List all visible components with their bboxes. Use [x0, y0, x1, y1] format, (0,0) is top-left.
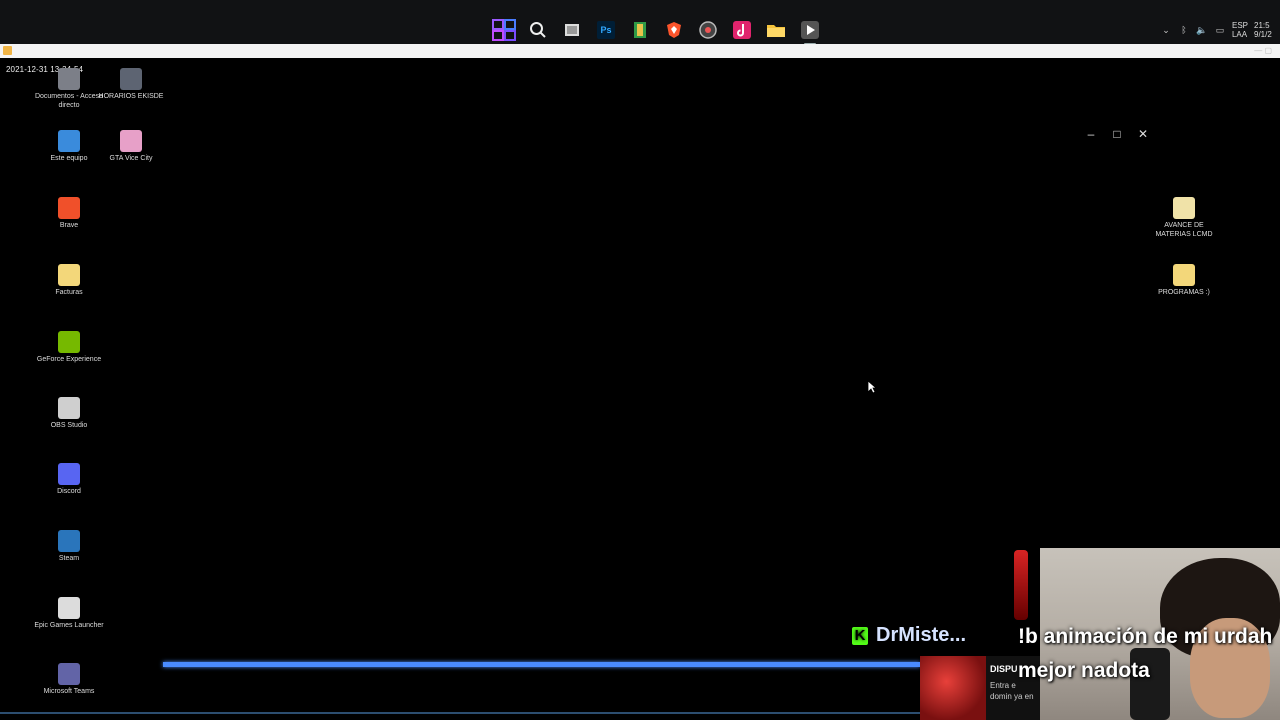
desktop-icon-label: Este equipo — [50, 155, 88, 162]
clock-time: 21:5 — [1254, 21, 1270, 30]
mouse-cursor-icon — [867, 380, 877, 394]
chat-message: !b animación de mi urdah mejor nadota — [1018, 625, 1273, 682]
desktop-icon[interactable]: PROGRAMAS :) — [1149, 264, 1219, 297]
close-button[interactable]: ✕ — [1135, 127, 1151, 141]
desktop-icon[interactable]: Microsoft Teams — [34, 663, 104, 696]
desktop-icon[interactable]: Brave — [34, 197, 104, 230]
desktop-icon[interactable]: Este equipo — [34, 130, 104, 163]
app-icon — [3, 46, 12, 55]
network-icon[interactable]: ▭ — [1214, 24, 1226, 36]
red-light — [1014, 550, 1028, 620]
app-grey-icon[interactable] — [692, 14, 724, 46]
app-green-icon[interactable] — [624, 14, 656, 46]
kick-icon: K — [852, 626, 868, 645]
language-indicator[interactable]: ESP LAA — [1232, 21, 1248, 39]
desktop-icon[interactable]: Epic Games Launcher — [34, 597, 104, 630]
window-titlebar-strip: — ▢ — [0, 44, 1280, 58]
desktop-icon[interactable]: GTA Vice City — [96, 130, 166, 163]
strip-controls: — ▢ — [1254, 46, 1272, 55]
search-icon[interactable] — [522, 14, 554, 46]
desktop-icon-label: OBS Studio — [50, 422, 88, 429]
documents-shortcut-icon — [58, 68, 80, 90]
minimize-button[interactable]: – — [1083, 127, 1099, 141]
desktop-icon-label: Microsoft Teams — [43, 688, 95, 695]
file-icon — [1173, 197, 1195, 219]
play-icon[interactable] — [794, 14, 826, 46]
teams-icon — [58, 663, 80, 685]
desktop-icon[interactable]: Facturas — [34, 264, 104, 297]
windows-start-icon[interactable] — [488, 14, 520, 46]
epic-games-icon — [58, 597, 80, 619]
brave-icon — [58, 197, 80, 219]
geforce-icon — [58, 331, 80, 353]
desktop-icon-label: AVANCE DE MATERIAS LCMD — [1155, 222, 1213, 238]
desktop-icon-label: Discord — [57, 488, 81, 495]
brave-icon[interactable] — [658, 14, 690, 46]
folder-icon — [58, 264, 80, 286]
chat-username-text: DrMiste... — [876, 624, 967, 646]
steam-icon — [58, 530, 80, 552]
ad-image — [920, 656, 986, 720]
task-view-icon[interactable] — [556, 14, 588, 46]
chevron-up-icon[interactable]: ⌄ — [1160, 24, 1172, 36]
desktop-icon-label: GeForce Experience — [36, 356, 102, 363]
bottom-line — [0, 712, 1040, 714]
computer-icon — [58, 130, 80, 152]
clock[interactable]: 21:5 9/1/2 — [1254, 21, 1280, 39]
ad-title: DISPU — [990, 664, 1018, 674]
desktop-icon-label: Facturas — [55, 289, 83, 296]
discord-icon — [58, 463, 80, 485]
desktop-icon-label: HORARIOS EKISDE — [98, 93, 164, 100]
desktop-icon-label: Epic Games Launcher — [34, 622, 104, 629]
folder-icon — [1173, 264, 1195, 286]
volume-icon[interactable]: 🔈 — [1196, 24, 1208, 36]
chat-username: K DrMiste... — [852, 624, 966, 647]
language-code: ESP — [1231, 21, 1248, 30]
clock-date: 9/1/2 — [1254, 30, 1272, 39]
progress-bar — [163, 662, 920, 667]
keyboard-layout: LAA — [1231, 30, 1248, 39]
photoshop-label: Ps — [597, 21, 615, 39]
folder-icon[interactable] — [760, 14, 792, 46]
desktop-icon[interactable]: GeForce Experience — [34, 331, 104, 364]
desktop-icon[interactable]: Documentos - Acceso directo — [34, 68, 104, 110]
desktop-icon[interactable]: HORARIOS EKISDE — [96, 68, 166, 101]
gta-vice-city-icon — [120, 130, 142, 152]
desktop-icon[interactable]: Discord — [34, 463, 104, 496]
bluetooth-icon[interactable]: ᛒ — [1178, 24, 1190, 36]
maximize-button[interactable]: □ — [1109, 127, 1125, 141]
obs-icon — [58, 397, 80, 419]
taskbar: Ps ⌄ ᛒ 🔈 ▭ ESP LAA 21:5 9/1/2 — [0, 0, 1280, 46]
desktop-icon-label: Steam — [58, 555, 80, 562]
desktop-icon-label: GTA Vice City — [109, 155, 153, 162]
photoshop-icon[interactable]: Ps — [590, 14, 622, 46]
desktop-icon[interactable]: Steam — [34, 530, 104, 563]
desktop-icon-label: PROGRAMAS :) — [1158, 289, 1210, 296]
file-icon — [120, 68, 142, 90]
tiktok-icon[interactable] — [726, 14, 758, 46]
desktop-icon-label: Brave — [59, 222, 79, 229]
taskbar-apps: Ps — [488, 14, 826, 46]
desktop-icon[interactable]: AVANCE DE MATERIAS LCMD — [1149, 197, 1219, 239]
window-controls: – □ ✕ — [1083, 127, 1151, 141]
desktop-icon[interactable]: OBS Studio — [34, 397, 104, 430]
system-tray: ⌄ ᛒ 🔈 ▭ ESP LAA 21:5 9/1/2 — [1160, 18, 1280, 42]
desktop-icon-label: Documentos - Acceso directo — [34, 93, 104, 109]
